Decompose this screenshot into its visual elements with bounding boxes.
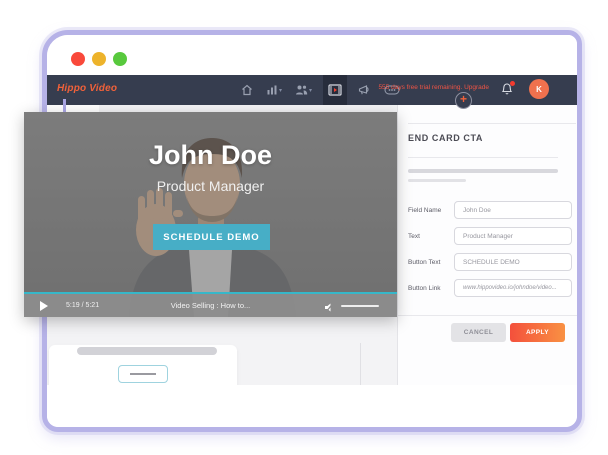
form-row: Text Product Manager bbox=[408, 227, 572, 245]
button-link-label: Button Link bbox=[408, 285, 441, 292]
create-video-button[interactable]: + bbox=[455, 92, 472, 109]
schedule-demo-button[interactable]: SCHEDULE DEMO bbox=[153, 224, 270, 250]
close-window-icon[interactable] bbox=[71, 52, 85, 66]
app-header: Hippo Video ▾ bbox=[47, 75, 577, 105]
minimize-window-icon[interactable] bbox=[92, 52, 106, 66]
scrollbar-tick bbox=[63, 99, 66, 113]
end-card-name: John Doe bbox=[24, 140, 397, 171]
divider bbox=[408, 157, 558, 158]
field-name-input[interactable]: John Doe bbox=[454, 201, 572, 219]
window-footer-area bbox=[47, 385, 577, 432]
trial-notice[interactable]: 555 days free trial remaining. Upgrade bbox=[378, 84, 489, 91]
hippo-video-logo[interactable]: Hippo Video bbox=[57, 83, 117, 94]
divider bbox=[398, 315, 578, 316]
contacts-icon[interactable]: ▾ bbox=[293, 75, 314, 105]
button-text-input[interactable]: SCHEDULE DEMO bbox=[454, 253, 572, 271]
panel-title: END CARD CTA bbox=[408, 133, 483, 143]
end-card-role: Product Manager bbox=[24, 178, 397, 194]
window-titlebar bbox=[47, 35, 577, 75]
mute-icon[interactable] bbox=[324, 300, 335, 311]
text-input[interactable]: Product Manager bbox=[454, 227, 572, 245]
dash-icon bbox=[130, 373, 156, 375]
form-row: Button Text SCHEDULE DEMO bbox=[408, 253, 572, 271]
end-card-cta-panel: END CARD CTA Field Name John Doe Text Pr… bbox=[397, 105, 577, 385]
expand-toggle-button[interactable] bbox=[118, 365, 168, 383]
placeholder-bar bbox=[408, 169, 558, 173]
video-controls: 5:19 / 5:21 Video Selling : How to... bbox=[24, 294, 397, 317]
campaigns-icon[interactable] bbox=[356, 75, 373, 105]
home-icon[interactable] bbox=[239, 75, 255, 105]
video-player[interactable]: John Doe Product Manager SCHEDULE DEMO 5… bbox=[24, 112, 397, 317]
text-label: Text bbox=[408, 233, 420, 240]
maximize-window-icon[interactable] bbox=[113, 52, 127, 66]
button-link-input[interactable]: www.hippovideo.io/johndoe/video... bbox=[454, 279, 572, 297]
volume-slider[interactable] bbox=[341, 305, 379, 307]
videos-icon[interactable] bbox=[323, 75, 347, 105]
screenshot-stage: Hippo Video ▾ bbox=[0, 0, 608, 455]
analytics-icon[interactable]: ▾ bbox=[264, 75, 284, 105]
user-avatar[interactable]: K bbox=[529, 79, 549, 99]
layout-divider bbox=[360, 343, 361, 385]
apply-button[interactable]: APPLY bbox=[510, 323, 565, 342]
field-name-label: Field Name bbox=[408, 207, 441, 214]
form-row: Field Name John Doe bbox=[408, 201, 572, 219]
script-card-bar bbox=[77, 347, 217, 355]
cancel-button[interactable]: CANCEL bbox=[451, 323, 506, 342]
divider bbox=[408, 123, 576, 124]
placeholder-bar bbox=[408, 179, 466, 182]
notification-badge-icon bbox=[510, 81, 515, 86]
form-row: Button Link www.hippovideo.io/johndoe/vi… bbox=[408, 279, 572, 297]
button-text-label: Button Text bbox=[408, 259, 440, 266]
